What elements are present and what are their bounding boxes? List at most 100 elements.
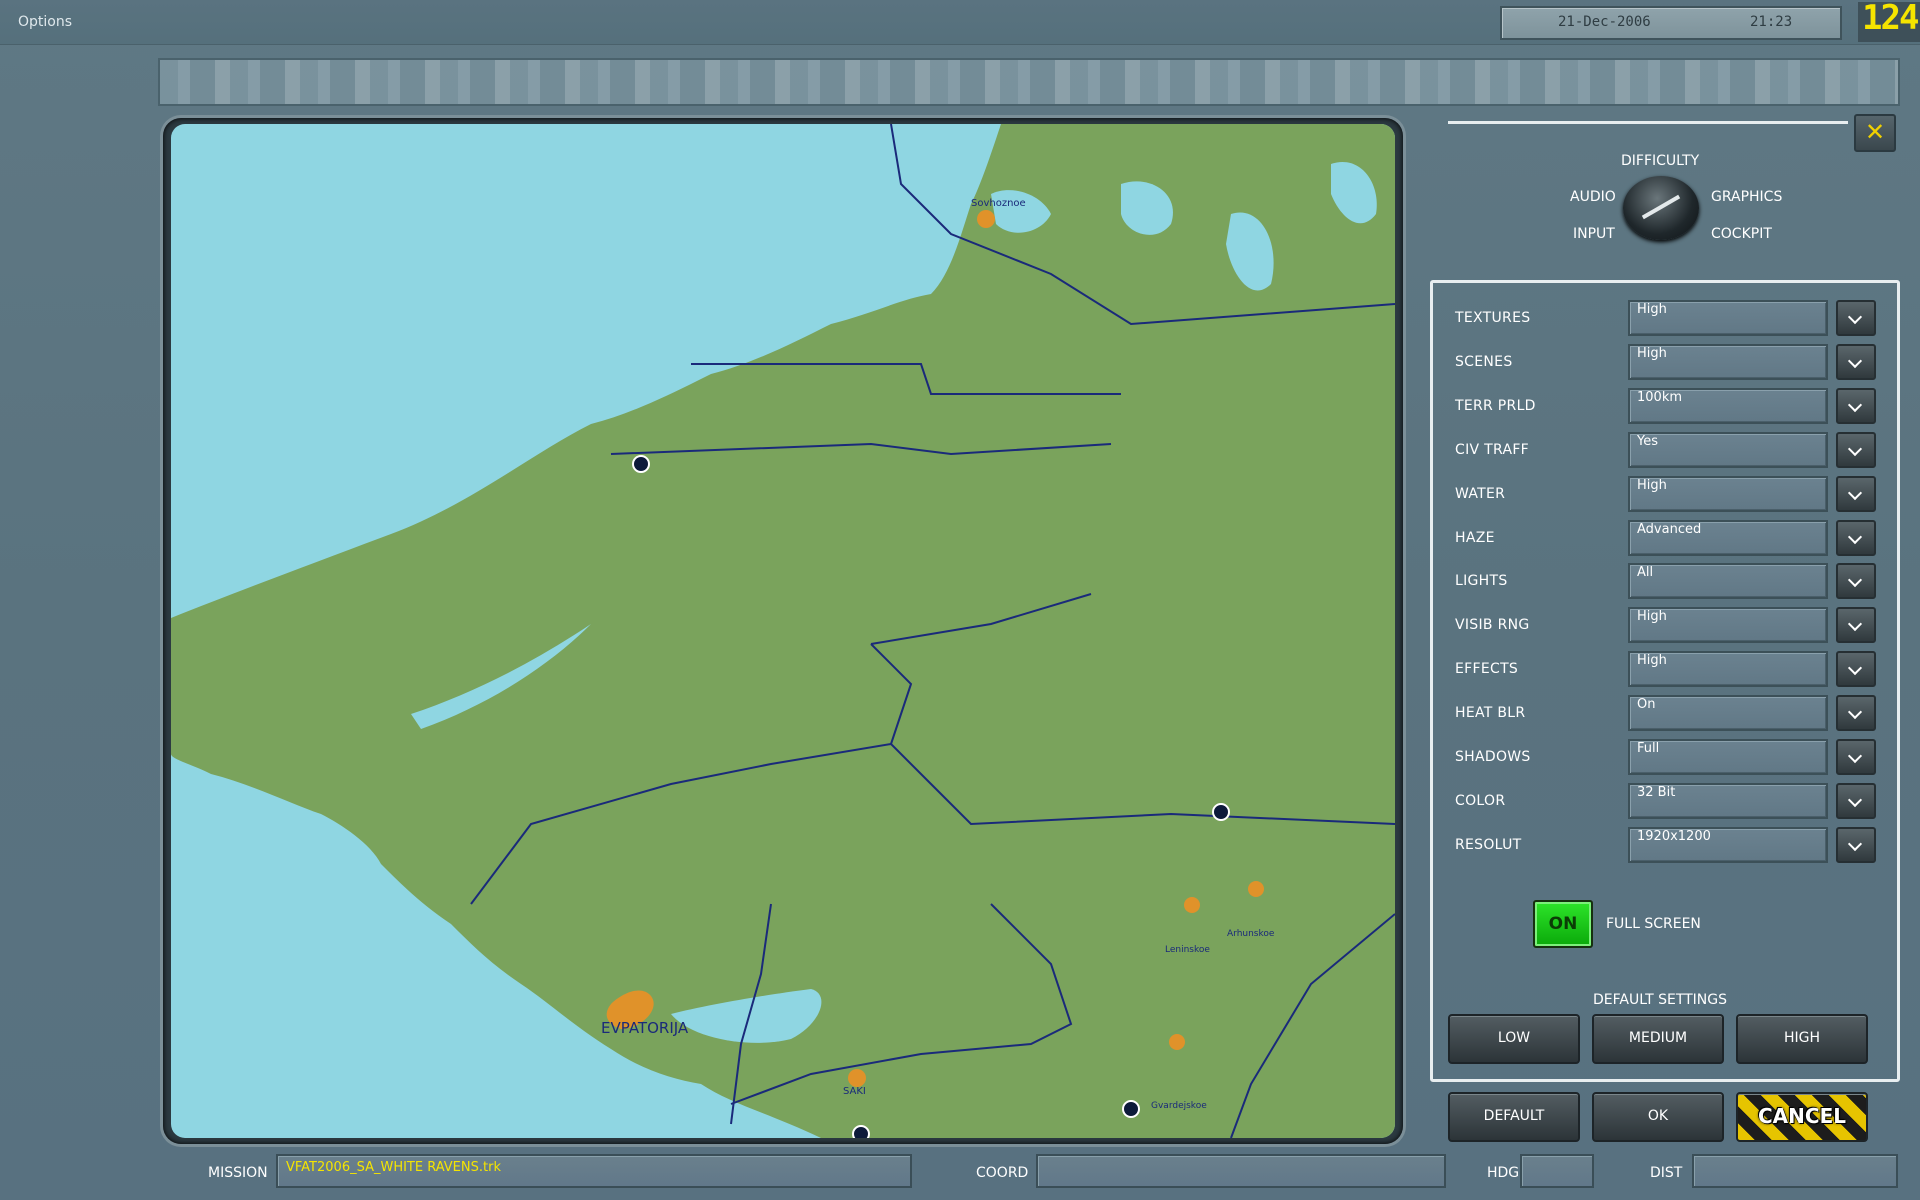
map-strip-decoration	[158, 58, 1900, 106]
window-title: Options	[18, 14, 73, 30]
chevron-down-icon[interactable]	[1836, 607, 1876, 643]
setting-value: High	[1637, 653, 1667, 668]
setting-label: VISIB RNG	[1455, 617, 1530, 633]
setting-label: TEXTURES	[1455, 310, 1531, 326]
setting-select[interactable]: 32 Bit	[1628, 783, 1828, 819]
airfield-icon	[1122, 1100, 1140, 1118]
default-button[interactable]: DEFAULT	[1448, 1092, 1580, 1142]
town-label-evpatorija: EVPATORIJA	[601, 1019, 689, 1037]
town-arhunskoe-area	[1248, 881, 1264, 897]
knob-label-audio[interactable]: AUDIO	[1570, 189, 1616, 205]
chevron-down-icon[interactable]	[1836, 783, 1876, 819]
map-frame: Sovhoznoe EVPATORIJA SAKI Leninskoe Arhu…	[163, 118, 1403, 1144]
map-view[interactable]: Sovhoznoe EVPATORIJA SAKI Leninskoe Arhu…	[171, 124, 1395, 1138]
town-leninskoe-area	[1184, 897, 1200, 913]
setting-select[interactable]: High	[1628, 607, 1828, 643]
setting-label: LIGHTS	[1455, 573, 1508, 589]
title-bar: Options 21-Dec-2006 21:23 124	[0, 0, 1920, 45]
setting-value: High	[1637, 302, 1667, 317]
setting-select[interactable]: Yes	[1628, 432, 1828, 468]
date-text: 21-Dec-2006	[1558, 14, 1651, 30]
close-button[interactable]: ✕	[1854, 114, 1896, 152]
mission-value: VFAT2006_SA_WHITE RAVENS.trk	[286, 1160, 501, 1175]
town-label-saki: SAKI	[843, 1086, 866, 1097]
chevron-down-icon[interactable]	[1836, 388, 1876, 424]
fullscreen-label: FULL SCREEN	[1606, 916, 1701, 932]
coord-label: COORD	[976, 1165, 1029, 1181]
chevron-down-icon[interactable]	[1836, 563, 1876, 599]
close-icon: ✕	[1864, 118, 1886, 146]
fps-counter-text: 124	[1862, 0, 1919, 38]
setting-label: HAZE	[1455, 530, 1495, 546]
panel-divider	[1448, 121, 1848, 124]
preset-medium-button[interactable]: MEDIUM	[1592, 1014, 1724, 1064]
setting-select[interactable]: High	[1628, 476, 1828, 512]
airfield-icon	[852, 1125, 870, 1138]
setting-label: EFFECTS	[1455, 661, 1519, 677]
chevron-down-icon[interactable]	[1836, 520, 1876, 556]
town-gvardejskoe-area	[1169, 1034, 1185, 1050]
setting-select[interactable]: 1920x1200	[1628, 827, 1828, 863]
knob-label-difficulty[interactable]: DIFFICULTY	[1621, 153, 1699, 169]
town-label-leninskoe: Leninskoe	[1165, 945, 1210, 955]
chevron-down-icon[interactable]	[1836, 344, 1876, 380]
dist-label: DIST	[1650, 1165, 1683, 1181]
knob-label-graphics[interactable]: GRAPHICS	[1711, 189, 1782, 205]
setting-value: High	[1637, 609, 1667, 624]
airfield-icon	[1212, 803, 1230, 821]
setting-select[interactable]: 100km	[1628, 388, 1828, 424]
chevron-down-icon[interactable]	[1836, 432, 1876, 468]
chevron-down-icon[interactable]	[1836, 300, 1876, 336]
cancel-button[interactable]: CANCEL	[1736, 1092, 1868, 1142]
ok-button[interactable]: OK	[1592, 1092, 1724, 1142]
setting-value: 1920x1200	[1637, 829, 1711, 844]
chevron-down-icon[interactable]	[1836, 651, 1876, 687]
setting-value: Yes	[1637, 434, 1658, 449]
town-label-gvardejskoe: Gvardejskoe	[1151, 1101, 1207, 1111]
setting-label: RESOLUT	[1455, 837, 1522, 853]
setting-value: On	[1637, 697, 1656, 712]
chevron-down-icon[interactable]	[1836, 695, 1876, 731]
town-saki-area	[848, 1069, 866, 1087]
fullscreen-toggle[interactable]: ON	[1533, 900, 1593, 948]
setting-select[interactable]: High	[1628, 651, 1828, 687]
chevron-down-icon[interactable]	[1836, 476, 1876, 512]
setting-value: Advanced	[1637, 522, 1702, 537]
setting-value: All	[1637, 565, 1654, 580]
setting-select[interactable]: High	[1628, 300, 1828, 336]
fullscreen-state: ON	[1548, 914, 1578, 934]
setting-value: High	[1637, 346, 1667, 361]
setting-label: TERR PRLD	[1455, 398, 1536, 414]
dist-field	[1692, 1154, 1898, 1188]
town-label-arhunskoe: Arhunskoe	[1227, 929, 1275, 939]
preset-low-button[interactable]: LOW	[1448, 1014, 1580, 1064]
knob-label-input[interactable]: INPUT	[1573, 226, 1615, 242]
chevron-down-icon[interactable]	[1836, 827, 1876, 863]
mission-field: VFAT2006_SA_WHITE RAVENS.trk	[276, 1154, 912, 1188]
setting-label: SHADOWS	[1455, 749, 1531, 765]
setting-value: 32 Bit	[1637, 785, 1676, 800]
fps-counter: 124	[1858, 0, 1920, 42]
setting-select[interactable]: Full	[1628, 739, 1828, 775]
setting-value: 100km	[1637, 390, 1683, 405]
preset-high-button[interactable]: HIGH	[1736, 1014, 1868, 1064]
time-text: 21:23	[1750, 14, 1793, 30]
setting-select[interactable]: Advanced	[1628, 520, 1828, 556]
chevron-down-icon[interactable]	[1836, 739, 1876, 775]
mission-label: MISSION	[208, 1165, 268, 1181]
knob-label-cockpit[interactable]: COCKPIT	[1711, 226, 1772, 242]
coord-field	[1036, 1154, 1446, 1188]
setting-value: High	[1637, 478, 1667, 493]
town-label-sovhoznoe: Sovhoznoe	[971, 198, 1026, 209]
setting-label: WATER	[1455, 486, 1506, 502]
setting-label: CIV TRAFF	[1455, 442, 1530, 458]
setting-select[interactable]: All	[1628, 563, 1828, 599]
hdg-label: HDG	[1487, 1165, 1520, 1181]
default-settings-title: DEFAULT SETTINGS	[1593, 992, 1728, 1008]
setting-select[interactable]: High	[1628, 344, 1828, 380]
setting-label: SCENES	[1455, 354, 1513, 370]
town-sovhoznoe-area	[977, 210, 995, 228]
setting-select[interactable]: On	[1628, 695, 1828, 731]
setting-label: COLOR	[1455, 793, 1506, 809]
airfield-icon	[632, 455, 650, 473]
